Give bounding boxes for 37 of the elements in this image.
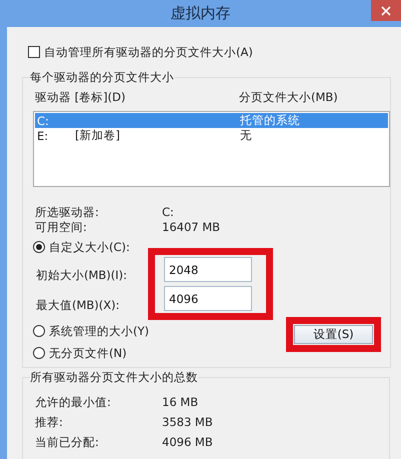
info-value: C: (162, 205, 175, 219)
close-icon (381, 6, 391, 16)
group-title: 每个驱动器的分页文件大小 (30, 70, 174, 85)
total-value: 16 MB (162, 395, 200, 409)
total-label: 推荐: (35, 415, 64, 429)
radio-button[interactable] (33, 347, 45, 359)
radio-label[interactable]: 系统管理的大小(Y) (49, 324, 149, 338)
page-file-size: 无 (240, 128, 253, 143)
checkbox[interactable] (28, 46, 40, 58)
radio-label[interactable]: 无分页文件(N) (49, 346, 127, 360)
radio-button[interactable] (33, 325, 45, 337)
page-file-size: 托管的系统 (240, 113, 301, 128)
radio-label[interactable]: 自定义大小(C): (49, 240, 130, 254)
field-label: 初始大小(MB)(I): (36, 267, 128, 284)
info-value: 16407 MB (162, 220, 222, 234)
input-field[interactable]: 2048 (164, 257, 252, 282)
volume-label: [新加卷] (75, 128, 121, 143)
drive-list[interactable]: C: 托管的系统 E: [新加卷] 无 (33, 111, 390, 187)
info-label: 可用空间: (35, 220, 88, 234)
close-button[interactable] (371, 0, 401, 21)
drive-row[interactable]: E: [新加卷] 无 (35, 128, 388, 143)
set-button[interactable]: 设置(S) (294, 325, 373, 344)
window-title: 虚拟内存 (170, 4, 230, 23)
column-header: 分页文件大小(MB) (239, 90, 339, 104)
input-field[interactable]: 4096 (164, 286, 252, 311)
total-label: 当前已分配: (35, 435, 100, 449)
column-header: 驱动器 [卷标](D) (35, 90, 126, 104)
group-title: 所有驱动器分页文件大小的总数 (30, 370, 198, 385)
info-label: 所选驱动器: (35, 205, 100, 219)
total-label: 允许的最小值: (35, 395, 112, 409)
drive-letter: E: (37, 128, 50, 142)
total-value: 3583 MB (162, 415, 214, 429)
checkbox-label[interactable]: 自动管理所有驱动器的分页文件大小(A) (44, 44, 253, 60)
total-value: 4096 MB (162, 435, 214, 449)
field-label: 最大值(MB)(X): (36, 297, 121, 314)
drive-letter: C: (37, 114, 50, 128)
radio-button[interactable] (33, 241, 45, 253)
